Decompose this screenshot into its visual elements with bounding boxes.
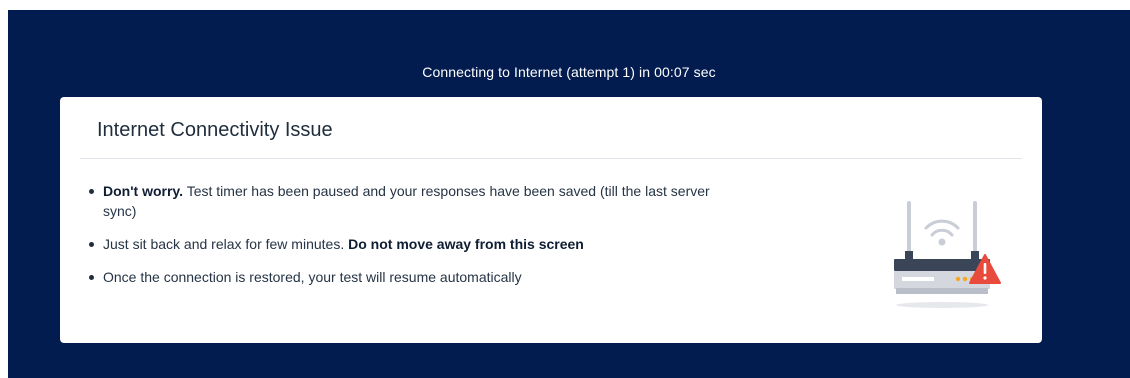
bullet-dot: [89, 189, 94, 194]
list-item: Just sit back and relax for few minutes.…: [86, 234, 726, 254]
card-title: Internet Connectivity Issue: [97, 119, 333, 141]
card-divider: [80, 158, 1022, 159]
bullet-dot: [89, 242, 94, 247]
reconnect-status-text: Connecting to Internet (attempt 1) in 00…: [422, 64, 716, 80]
bullet-text: Test timer has been paused and your resp…: [103, 183, 710, 219]
connectivity-issue-card: Internet Connectivity Issue Don't worry.…: [60, 97, 1042, 343]
bullet-dot: [89, 275, 94, 280]
list-item: Once the connection is restored, your te…: [86, 267, 726, 287]
connection-overlay: Connecting to Internet (attempt 1) in 00…: [8, 10, 1130, 378]
bullet-text: Just sit back and relax for few minutes.: [103, 236, 349, 252]
router-warning-icon: [882, 191, 1002, 311]
info-list: Don't worry. Test timer has been paused …: [86, 181, 726, 300]
bullet-emphasis: Do not move away from this screen: [348, 236, 584, 252]
bullet-text: Once the connection is restored, your te…: [103, 269, 522, 285]
bullet-emphasis: Don't worry.: [103, 183, 184, 199]
list-item: Don't worry. Test timer has been paused …: [86, 181, 726, 221]
